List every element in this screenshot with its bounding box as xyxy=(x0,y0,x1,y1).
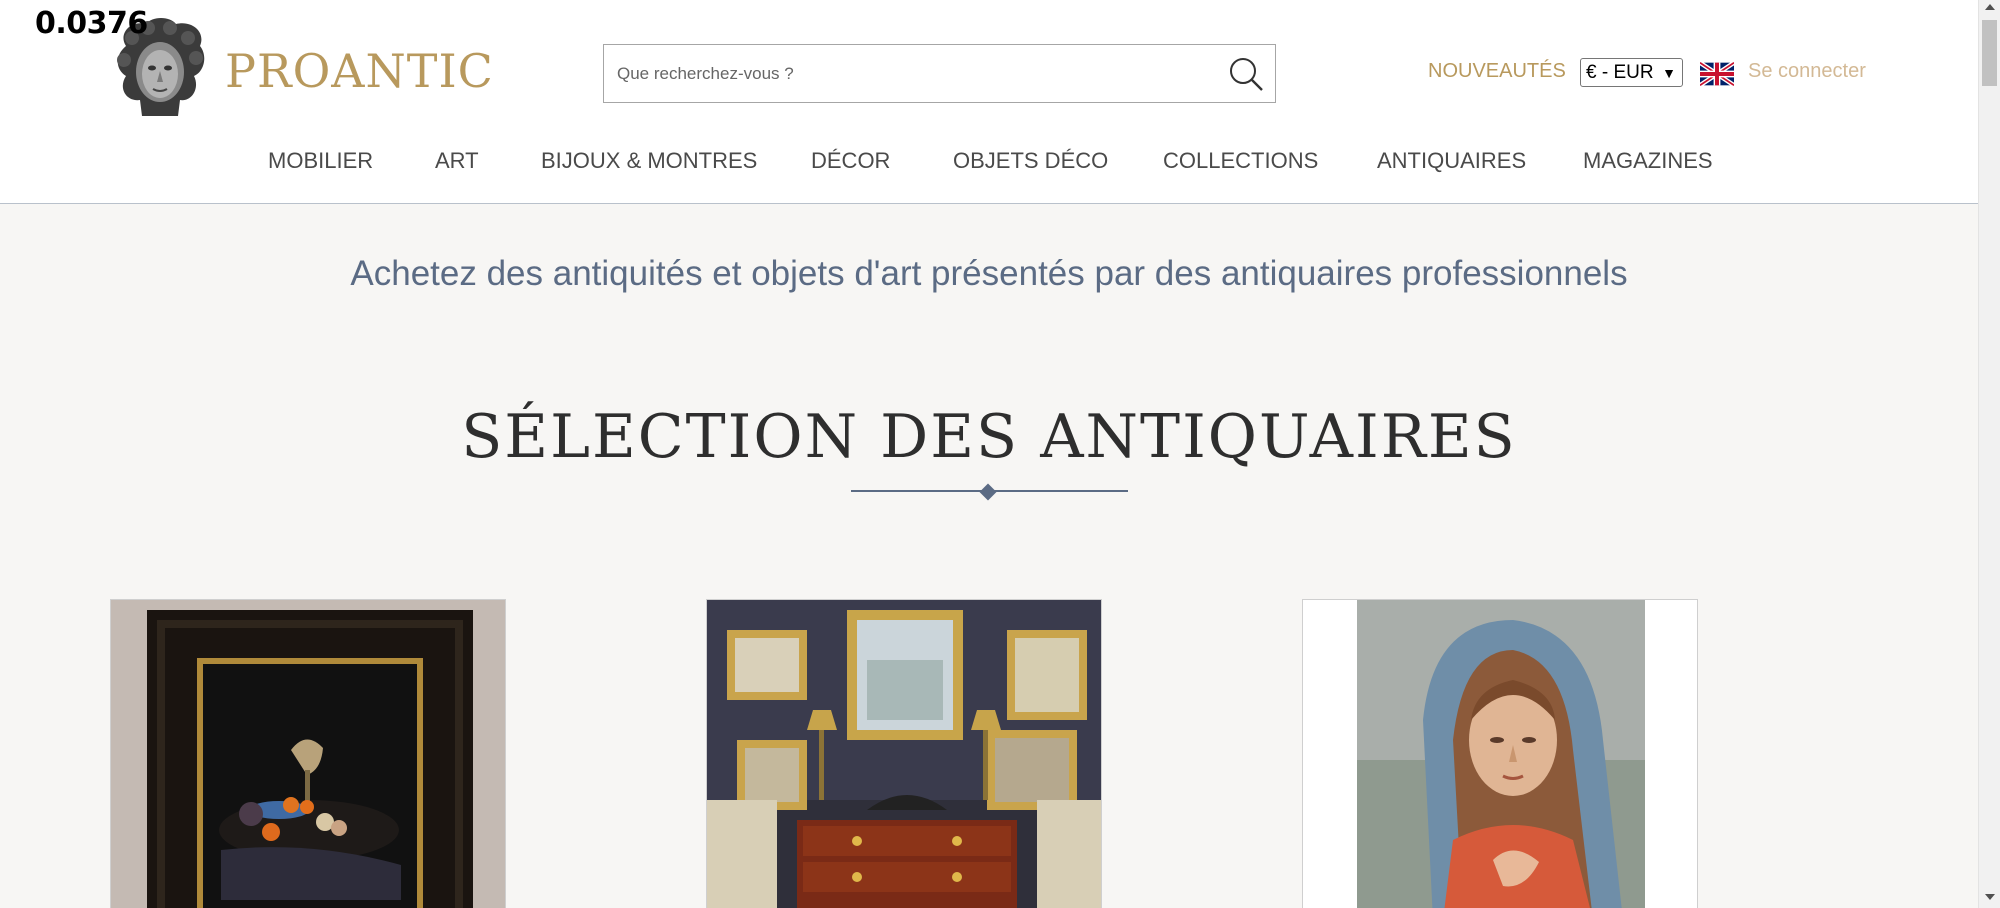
logo-text[interactable]: PROANTIC xyxy=(225,44,494,98)
search-box xyxy=(603,44,1276,103)
nav-item-mobilier[interactable]: MOBILIER xyxy=(268,148,373,174)
product-card-still-life[interactable] xyxy=(110,599,506,908)
nav-item-bijoux-montres[interactable]: BIJOUX & MONTRES xyxy=(541,148,757,174)
madonna-painting-image xyxy=(1303,600,1697,908)
search-input[interactable] xyxy=(604,45,1204,102)
vertical-scrollbar[interactable] xyxy=(1978,0,2000,908)
product-card-antique-display[interactable] xyxy=(706,599,1102,908)
nouveautes-link[interactable]: NOUVEAUTÉS xyxy=(1428,60,1566,83)
search-icon[interactable] xyxy=(1227,55,1265,93)
currency-select[interactable]: € - EUR ▼ xyxy=(1580,58,1683,87)
still-life-painting-image xyxy=(111,600,505,908)
scroll-up-arrow-icon[interactable] xyxy=(1985,4,1995,10)
score-overlay: 0.0376 xyxy=(35,6,148,41)
nav-item-collections[interactable]: COLLECTIONS xyxy=(1163,148,1318,174)
divider-diamond xyxy=(979,483,997,501)
currency-selected-value: € - EUR xyxy=(1586,61,1654,83)
nav-item-objets-deco[interactable]: OBJETS DÉCO xyxy=(953,148,1108,174)
chevron-down-icon: ▼ xyxy=(1662,65,1676,81)
scrollbar-thumb[interactable] xyxy=(1982,20,1997,86)
main-nav: MOBILIER ART BIJOUX & MONTRES DÉCOR OBJE… xyxy=(0,148,1978,178)
login-link[interactable]: Se connecter xyxy=(1748,60,1866,83)
section-title: SÉLECTION DES ANTIQUAIRES xyxy=(461,402,1517,472)
antique-display-image xyxy=(707,600,1101,908)
product-card-madonna[interactable] xyxy=(1302,599,1698,908)
site-header: PROANTIC NOUVEAUTÉS € - EUR ▼ Se connect… xyxy=(0,0,1978,204)
nav-item-antiquaires[interactable]: ANTIQUAIRES xyxy=(1377,148,1526,174)
nav-item-art[interactable]: ART xyxy=(435,148,479,174)
uk-flag-icon[interactable] xyxy=(1700,61,1734,87)
nav-item-magazines[interactable]: MAGAZINES xyxy=(1583,148,1713,174)
nav-item-decor[interactable]: DÉCOR xyxy=(811,148,890,174)
scroll-down-arrow-icon[interactable] xyxy=(1985,894,1995,900)
page-tagline: Achetez des antiquités et objets d'art p… xyxy=(350,254,1628,293)
